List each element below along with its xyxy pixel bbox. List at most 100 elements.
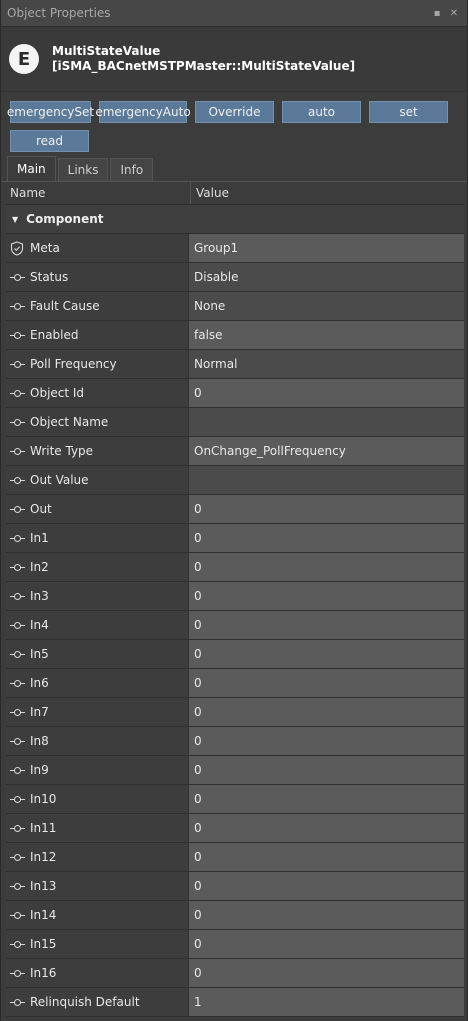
tab-info[interactable]: Info — [110, 158, 154, 181]
property-value[interactable]: 0 — [188, 814, 464, 842]
property-value[interactable]: 0 — [188, 640, 464, 668]
component-section[interactable]: ▼ Component — [6, 205, 464, 234]
slot-pin-icon — [10, 447, 26, 455]
value-column-header[interactable]: Value — [190, 182, 464, 204]
property-value[interactable]: None — [188, 292, 464, 320]
property-value[interactable]: Disable — [188, 263, 464, 291]
emergency-auto-button[interactable]: emergencyAuto — [95, 101, 191, 123]
property-value[interactable]: 0 — [188, 698, 464, 726]
property-row[interactable]: In4 0 — [6, 611, 464, 640]
property-row[interactable]: In8 0 — [6, 727, 464, 756]
property-name: Fault Cause — [30, 299, 100, 313]
property-name: In4 — [30, 618, 49, 632]
property-value[interactable]: Group1 — [188, 234, 464, 262]
property-row[interactable]: Enabled false — [6, 321, 464, 350]
property-row[interactable]: In5 0 — [6, 640, 464, 669]
slot-pin-icon — [10, 911, 26, 919]
property-name-cell: In13 — [6, 872, 188, 900]
panel-title: Object Properties — [7, 6, 111, 20]
property-name: In2 — [30, 560, 49, 574]
property-row[interactable]: In13 0 — [6, 872, 464, 901]
property-row[interactable]: In14 0 — [6, 901, 464, 930]
grid-header: Name Value — [6, 182, 464, 205]
property-name-cell: In4 — [6, 611, 188, 639]
slot-pin-icon — [10, 853, 26, 861]
property-name: In6 — [30, 676, 49, 690]
property-name-cell: In1 — [6, 524, 188, 552]
property-row[interactable]: Status Disable — [6, 263, 464, 292]
slot-pin-icon — [10, 940, 26, 948]
property-value[interactable]: 0 — [188, 495, 464, 523]
property-value[interactable]: OnChange_PollFrequency — [188, 437, 464, 465]
slot-pin-icon — [10, 708, 26, 716]
property-value[interactable]: 0 — [188, 379, 464, 407]
property-value[interactable]: 0 — [188, 727, 464, 755]
property-value[interactable]: 0 — [188, 756, 464, 784]
property-value[interactable]: 0 — [188, 669, 464, 697]
property-row[interactable]: In7 0 — [6, 698, 464, 727]
property-row[interactable]: Object Name — [6, 408, 464, 437]
property-row[interactable]: Fault Cause None — [6, 292, 464, 321]
property-row[interactable]: In6 0 — [6, 669, 464, 698]
read-button[interactable]: read — [10, 130, 89, 152]
property-value[interactable]: 0 — [188, 843, 464, 871]
set-button[interactable]: set — [369, 101, 448, 123]
property-name-cell: In16 — [6, 959, 188, 987]
close-icon[interactable]: ✕ — [449, 8, 459, 19]
property-value[interactable]: 0 — [188, 872, 464, 900]
property-rows: Meta Group1 Status Disable Fault Cause None En… — [6, 234, 464, 1017]
property-name: In7 — [30, 705, 49, 719]
property-name: In11 — [30, 821, 57, 835]
tab-bar: Main Links Info — [1, 155, 467, 182]
property-value[interactable]: Normal — [188, 350, 464, 378]
slot-pin-icon — [10, 563, 26, 571]
property-value[interactable]: 0 — [188, 959, 464, 987]
property-row[interactable]: Write Type OnChange_PollFrequency — [6, 437, 464, 466]
property-name: Object Id — [30, 386, 85, 400]
property-row[interactable]: In9 0 — [6, 756, 464, 785]
property-row[interactable]: Out 0 — [6, 495, 464, 524]
property-row[interactable]: In11 0 — [6, 814, 464, 843]
property-row[interactable]: In3 0 — [6, 582, 464, 611]
property-name-cell: In5 — [6, 640, 188, 668]
property-name-cell: In7 — [6, 698, 188, 726]
property-row[interactable]: Relinquish Default 1 — [6, 988, 464, 1017]
slot-pin-icon — [10, 882, 26, 890]
dock-pin-icon[interactable]: ▪ — [432, 8, 442, 19]
slot-pin-icon — [10, 621, 26, 629]
property-value[interactable] — [188, 408, 464, 436]
property-row[interactable]: Meta Group1 — [6, 234, 464, 263]
override-button[interactable]: Override — [195, 101, 274, 123]
slot-pin-icon — [10, 766, 26, 774]
slot-pin-icon — [10, 302, 26, 310]
property-row[interactable]: In2 0 — [6, 553, 464, 582]
property-row[interactable]: Out Value — [6, 466, 464, 495]
property-row[interactable]: Object Id 0 — [6, 379, 464, 408]
property-value[interactable]: 0 — [188, 611, 464, 639]
property-value[interactable]: false — [188, 321, 464, 349]
property-value[interactable]: 0 — [188, 553, 464, 581]
property-value[interactable]: 0 — [188, 930, 464, 958]
property-row[interactable]: In16 0 — [6, 959, 464, 988]
auto-button[interactable]: auto — [282, 101, 361, 123]
tab-main[interactable]: Main — [7, 156, 56, 181]
property-name: Object Name — [30, 415, 109, 429]
property-value[interactable]: 0 — [188, 901, 464, 929]
tab-links[interactable]: Links — [57, 158, 109, 181]
property-value[interactable]: 0 — [188, 524, 464, 552]
property-row[interactable]: Poll Frequency Normal — [6, 350, 464, 379]
collapse-triangle-icon[interactable]: ▼ — [12, 215, 18, 224]
property-row[interactable]: In10 0 — [6, 785, 464, 814]
property-row[interactable]: In15 0 — [6, 930, 464, 959]
property-value[interactable] — [188, 466, 464, 494]
property-value[interactable]: 0 — [188, 582, 464, 610]
property-name: In13 — [30, 879, 57, 893]
emergency-set-button[interactable]: emergencySet — [7, 101, 94, 123]
property-row[interactable]: In1 0 — [6, 524, 464, 553]
property-value[interactable]: 0 — [188, 785, 464, 813]
property-name-cell: In8 — [6, 727, 188, 755]
property-row[interactable]: In12 0 — [6, 843, 464, 872]
name-column-header[interactable]: Name — [6, 182, 190, 204]
slot-pin-icon — [10, 534, 26, 542]
property-value[interactable]: 1 — [188, 988, 464, 1016]
